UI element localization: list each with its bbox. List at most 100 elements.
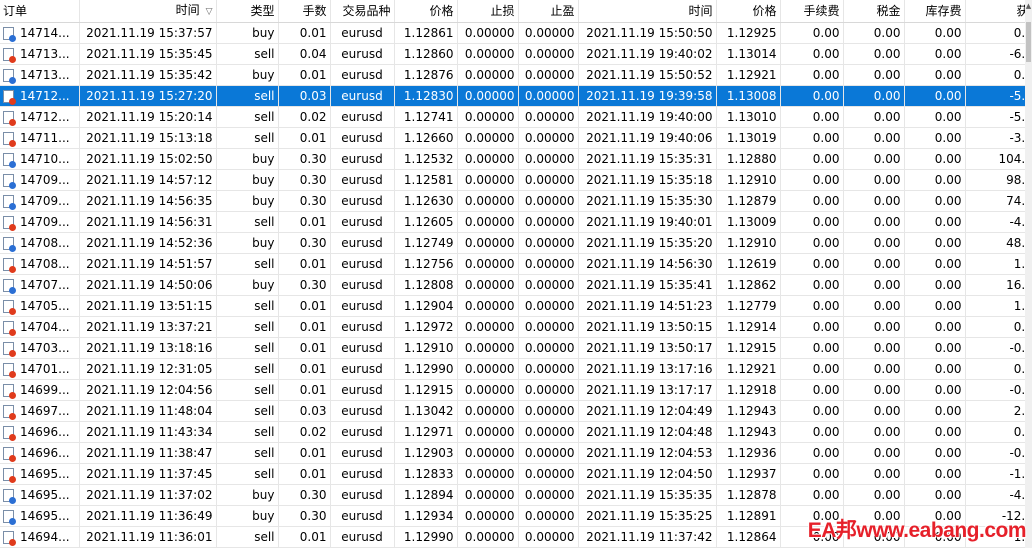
cell-commission: 0.00 xyxy=(780,421,844,443)
cell-type: sell xyxy=(216,295,279,317)
table-row[interactable]: 14708... 2021.11.19 14:51:57 sell 0.01 eurus… xyxy=(0,253,1032,275)
cell-tax: 0.00 xyxy=(843,442,905,464)
col-header-symbol[interactable]: 交易品种 xyxy=(330,0,395,23)
cell-close-price: 1.12915 xyxy=(716,337,781,359)
cell-close-time: 2021.11.19 14:56:30 xyxy=(578,253,717,275)
table-row[interactable]: 14713... 2021.11.19 15:35:42 buy 0.01 eurusd… xyxy=(0,64,1032,86)
table-row[interactable]: 14712... 2021.11.19 15:20:14 sell 0.02 eurus… xyxy=(0,106,1032,128)
cell-open-time: 2021.11.19 11:36:49 xyxy=(79,505,217,527)
cell-close-time: 2021.11.19 13:17:17 xyxy=(578,379,717,401)
cell-symbol: eurusd xyxy=(330,316,395,338)
cell-open-time: 2021.11.19 15:35:42 xyxy=(79,64,217,86)
table-row[interactable]: 14703... 2021.11.19 13:18:16 sell 0.01 eurus… xyxy=(0,337,1032,359)
table-row[interactable]: 14710... 2021.11.19 15:02:50 buy 0.30 eurusd… xyxy=(0,148,1032,170)
table-row[interactable]: 14707... 2021.11.19 14:50:06 buy 0.30 eurusd… xyxy=(0,274,1032,296)
col-header-price[interactable]: 价格 xyxy=(394,0,458,23)
cell-close-price: 1.13008 xyxy=(716,85,781,107)
cell-open-time: 2021.11.19 13:18:16 xyxy=(79,337,217,359)
table-row[interactable]: 14709... 2021.11.19 14:56:35 buy 0.30 eurusd… xyxy=(0,190,1032,212)
cell-swap: 0.00 xyxy=(904,358,966,380)
cell-profit: 0.56 xyxy=(965,421,1032,443)
cell-close-time: 2021.11.19 19:40:00 xyxy=(578,106,717,128)
col-header-open-time[interactable]: 时间 ▽ xyxy=(79,0,217,23)
cell-profit: 16.20 xyxy=(965,274,1032,296)
cell-tp: 0.00000 xyxy=(518,316,579,338)
col-header-lots[interactable]: 手数 xyxy=(278,0,331,23)
cell-symbol: eurusd xyxy=(330,253,395,275)
col-header-sl[interactable]: 止损 xyxy=(457,0,519,23)
cell-sl: 0.00000 xyxy=(457,169,519,191)
sell-order-icon xyxy=(3,447,16,462)
cell-lots: 0.02 xyxy=(278,106,331,128)
table-row[interactable]: 14695... 2021.11.19 11:37:45 sell 0.01 eurus… xyxy=(0,463,1032,485)
buy-order-icon xyxy=(3,279,16,294)
cell-symbol: eurusd xyxy=(330,190,395,212)
table-row[interactable]: 14695... 2021.11.19 11:37:02 buy 0.30 eurusd… xyxy=(0,484,1032,506)
cell-tp: 0.00000 xyxy=(518,442,579,464)
table-row[interactable]: 14714... 2021.11.19 15:37:57 buy 0.01 eurusd… xyxy=(0,22,1032,44)
order-number: 14705... xyxy=(20,299,70,313)
table-row[interactable]: 14708... 2021.11.19 14:52:36 buy 0.30 eurusd… xyxy=(0,232,1032,254)
col-header-close-price[interactable]: 价格 xyxy=(716,0,781,23)
cell-order: 14699... xyxy=(0,379,80,401)
order-number: 14714... xyxy=(20,26,70,40)
cell-order: 14708... xyxy=(0,232,80,254)
cell-order: 14713... xyxy=(0,64,80,86)
cell-symbol: eurusd xyxy=(330,127,395,149)
cell-commission: 0.00 xyxy=(780,484,844,506)
table-row[interactable]: 14712... 2021.11.19 15:27:20 sell 0.03 eurus… xyxy=(0,85,1032,107)
cell-open-time: 2021.11.19 11:36:01 xyxy=(79,526,217,548)
cell-type: sell xyxy=(216,337,279,359)
table-row[interactable]: 14711... 2021.11.19 15:13:18 sell 0.01 eurus… xyxy=(0,127,1032,149)
table-row[interactable]: 14705... 2021.11.19 13:51:15 sell 0.01 eurus… xyxy=(0,295,1032,317)
cell-open-time: 2021.11.19 13:51:15 xyxy=(79,295,217,317)
cell-close-price: 1.12937 xyxy=(716,463,781,485)
col-header-tp[interactable]: 止盈 xyxy=(518,0,579,23)
order-number: 14710... xyxy=(20,152,70,166)
cell-close-time: 2021.11.19 11:37:42 xyxy=(578,526,717,548)
col-header-type[interactable]: 类型 xyxy=(216,0,279,23)
cell-close-time: 2021.11.19 15:50:52 xyxy=(578,64,717,86)
table-row[interactable]: 14697... 2021.11.19 11:48:04 sell 0.03 eurus… xyxy=(0,400,1032,422)
cell-price: 1.12756 xyxy=(394,253,458,275)
cell-price: 1.12830 xyxy=(394,85,458,107)
scroll-up-arrow-icon[interactable]: ▲ xyxy=(1025,2,1032,10)
cell-tax: 0.00 xyxy=(843,274,905,296)
buy-order-icon xyxy=(3,27,16,42)
cell-swap: 0.00 xyxy=(904,295,966,317)
col-header-close-time[interactable]: 时间 xyxy=(578,0,717,23)
cell-swap: 0.00 xyxy=(904,316,966,338)
cell-close-price: 1.12619 xyxy=(716,253,781,275)
cell-close-price: 1.12862 xyxy=(716,274,781,296)
cell-tax: 0.00 xyxy=(843,127,905,149)
cell-tp: 0.00000 xyxy=(518,43,579,65)
cell-order: 14705... xyxy=(0,295,80,317)
cell-order: 14695... xyxy=(0,505,80,527)
cell-open-time: 2021.11.19 14:50:06 xyxy=(79,274,217,296)
cell-open-time: 2021.11.19 11:43:34 xyxy=(79,421,217,443)
cell-close-time: 2021.11.19 19:40:06 xyxy=(578,127,717,149)
cell-lots: 0.02 xyxy=(278,421,331,443)
col-header-order[interactable]: 订单 xyxy=(0,0,80,23)
table-row[interactable]: 14696... 2021.11.19 11:38:47 sell 0.01 eurus… xyxy=(0,442,1032,464)
table-row[interactable]: 14709... 2021.11.19 14:56:31 sell 0.01 eurus… xyxy=(0,211,1032,233)
order-number: 14708... xyxy=(20,236,70,250)
table-row[interactable]: 14696... 2021.11.19 11:43:34 sell 0.02 eurus… xyxy=(0,421,1032,443)
table-row[interactable]: 14704... 2021.11.19 13:37:21 sell 0.01 eurus… xyxy=(0,316,1032,338)
cell-open-time: 2021.11.19 11:37:02 xyxy=(79,484,217,506)
cell-close-price: 1.12921 xyxy=(716,64,781,86)
cell-lots: 0.03 xyxy=(278,85,331,107)
cell-price: 1.12971 xyxy=(394,421,458,443)
table-row[interactable]: 14709... 2021.11.19 14:57:12 buy 0.30 eurusd… xyxy=(0,169,1032,191)
col-header-tax[interactable]: 税金 xyxy=(843,0,905,23)
table-row[interactable]: 14699... 2021.11.19 12:04:56 sell 0.01 eurus… xyxy=(0,379,1032,401)
cell-type: sell xyxy=(216,379,279,401)
scrollbar-thumb[interactable] xyxy=(1026,22,1031,62)
vertical-scrollbar[interactable]: ▲ xyxy=(1025,0,1032,548)
table-row[interactable]: 14701... 2021.11.19 12:31:05 sell 0.01 eurus… xyxy=(0,358,1032,380)
col-header-commission[interactable]: 手续费 xyxy=(780,0,844,23)
cell-lots: 0.01 xyxy=(278,316,331,338)
col-header-swap[interactable]: 库存费 xyxy=(904,0,966,23)
col-header-profit[interactable]: 获利 xyxy=(965,0,1032,23)
table-row[interactable]: 14713... 2021.11.19 15:35:45 sell 0.04 eurus… xyxy=(0,43,1032,65)
